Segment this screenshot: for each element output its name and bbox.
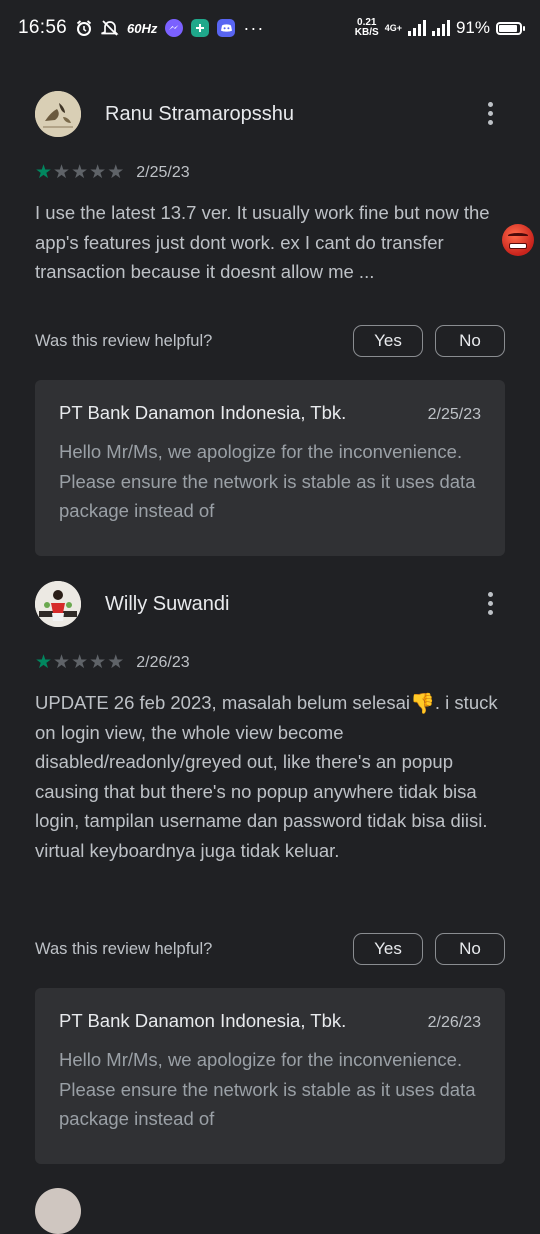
more-notifications-icon: ··· [243, 17, 265, 38]
star-icon: ★ [107, 652, 125, 673]
review-date: 2/25/23 [136, 163, 190, 181]
helpful-yes-button[interactable]: Yes [353, 933, 423, 965]
helpful-no-button[interactable]: No [435, 933, 505, 965]
signal-icon-2 [431, 20, 450, 36]
helpful-yes-button[interactable]: Yes [353, 325, 423, 357]
helpful-no-button[interactable]: No [435, 325, 505, 357]
helpful-row: Was this review helpful? Yes No [35, 324, 505, 358]
review-text[interactable]: I use the latest 13.7 ver. It usually wo… [35, 198, 505, 287]
more-options-button[interactable] [478, 583, 502, 623]
developer-reply: PT Bank Danamon Indonesia, Tbk. 2/26/23 … [35, 988, 505, 1164]
angry-face-emoji-icon [502, 224, 534, 256]
developer-name: PT Bank Danamon Indonesia, Tbk. [59, 402, 347, 423]
discord-icon [217, 19, 236, 37]
star-icon: ★ [107, 162, 125, 183]
reviewer-name: Willy Suwandi [105, 592, 230, 615]
rating-row: ★ ★ ★ ★ ★ 2/26/23 [35, 653, 190, 672]
refresh-rate: 60Hz [127, 20, 158, 36]
star-icon: ★ [53, 652, 71, 673]
review-text-part-2: . i stuck on login view, the whole view … [35, 692, 498, 861]
battery-percent: 91% [455, 18, 490, 37]
reviewer-header: Ranu Stramaropsshu [35, 91, 294, 137]
status-bar: 16:56 60Hz ··· 0.21 KB/S 4G+ 91% [0, 0, 540, 56]
review-text[interactable]: UPDATE 26 feb 2023, masalah belum selesa… [35, 688, 505, 865]
thumbs-down-icon: 👎 [410, 693, 435, 716]
review-date: 2/26/23 [136, 653, 190, 671]
helpful-row: Was this review helpful? Yes No [35, 932, 505, 966]
network-speed-unit: KB/S [354, 27, 379, 38]
messenger-icon [165, 19, 184, 37]
star-icon: ★ [35, 652, 53, 673]
star-rating: ★ ★ ★ ★ ★ [35, 163, 124, 182]
plus-app-icon [191, 19, 210, 37]
reviewer-header: Willy Suwandi [35, 581, 229, 627]
reply-text: Hello Mr/Ms, we apologize for the inconv… [59, 1049, 476, 1129]
star-icon: ★ [53, 162, 71, 183]
star-icon: ★ [71, 652, 89, 673]
review-text-part-1: UPDATE 26 feb 2023, masalah belum selesa… [35, 692, 410, 713]
reply-date: 2/25/23 [427, 406, 481, 423]
star-icon: ★ [89, 652, 107, 673]
star-icon: ★ [71, 162, 89, 183]
battery-icon [496, 21, 525, 35]
network-type: 4G+ [384, 23, 402, 33]
status-time: 16:56 [18, 17, 68, 38]
more-options-button[interactable] [478, 93, 502, 133]
star-icon: ★ [35, 162, 53, 183]
network-speed: 0.21 KB/S [355, 18, 379, 38]
developer-reply: PT Bank Danamon Indonesia, Tbk. 2/25/23 … [35, 380, 505, 556]
reply-text: Hello Mr/Ms, we apologize for the inconv… [59, 441, 476, 521]
helpful-question: Was this review helpful? [35, 331, 213, 350]
star-icon: ★ [89, 162, 107, 183]
helpful-question: Was this review helpful? [35, 939, 213, 958]
avatar[interactable] [35, 1188, 81, 1234]
star-rating: ★ ★ ★ ★ ★ [35, 653, 124, 672]
reply-date: 2/26/23 [427, 1014, 481, 1031]
developer-name: PT Bank Danamon Indonesia, Tbk. [59, 1010, 347, 1031]
avatar[interactable] [35, 581, 81, 627]
rating-row: ★ ★ ★ ★ ★ 2/25/23 [35, 163, 190, 182]
mute-icon [101, 19, 119, 37]
signal-icon [407, 20, 426, 36]
battery-fill [499, 24, 518, 32]
avatar[interactable] [35, 91, 81, 137]
reviewer-name: Ranu Stramaropsshu [105, 102, 294, 125]
alarm-icon [75, 19, 93, 37]
